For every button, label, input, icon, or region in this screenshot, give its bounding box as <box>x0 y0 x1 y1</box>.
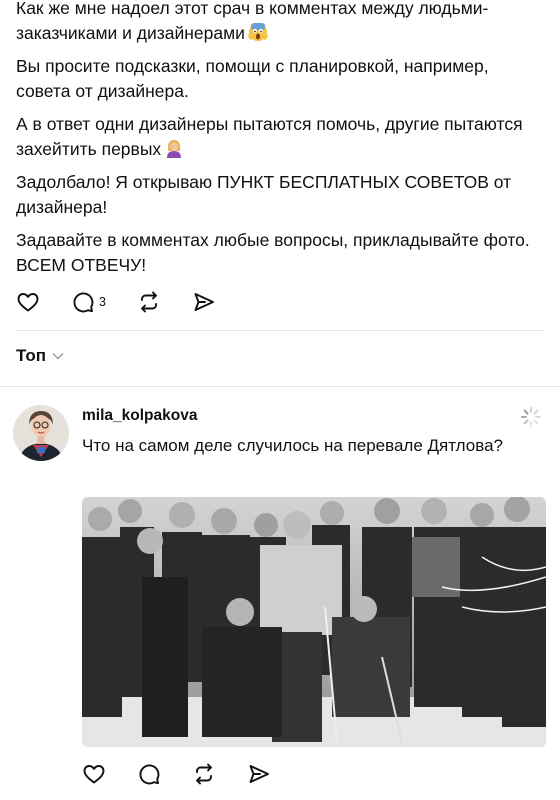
comment-icon <box>73 292 94 313</box>
chevron-down-icon <box>52 353 64 360</box>
comment-reply-button[interactable] <box>137 762 161 786</box>
comment-photo[interactable] <box>82 497 546 747</box>
loading-icon <box>521 407 541 427</box>
comment-text: Что на самом деле случилось на перевале … <box>82 436 503 455</box>
heart-icon <box>83 765 105 784</box>
post-paragraph-3: А в ответ одни дизайнеры пытаются помочь… <box>16 114 523 159</box>
sort-divider <box>0 386 560 387</box>
repost-button[interactable] <box>137 290 161 314</box>
avatar[interactable] <box>13 405 69 461</box>
comment-icon <box>139 764 160 785</box>
comments-sort-dropdown[interactable]: Топ <box>16 346 64 366</box>
share-icon <box>249 765 269 783</box>
sort-label: Топ <box>16 346 46 365</box>
repost-icon <box>141 291 157 313</box>
post-actions: 3 <box>16 290 247 314</box>
post-paragraph-1: Как же мне надоел этот срач в комментах … <box>16 0 489 43</box>
reply-button[interactable]: 3 <box>71 290 106 314</box>
comment-repost-button[interactable] <box>192 762 216 786</box>
comment-share-button[interactable] <box>247 762 271 786</box>
post-text: Как же мне надоел этот срач в комментах … <box>16 0 546 286</box>
heart-icon <box>17 293 39 312</box>
repost-icon <box>196 763 212 785</box>
post-paragraph-2: Вы просите подсказки, помощи с планировк… <box>16 56 489 101</box>
share-button[interactable] <box>192 290 216 314</box>
woman-facepalming-emoji <box>167 140 182 158</box>
comment-like-button[interactable] <box>82 762 106 786</box>
comment-actions <box>82 762 302 786</box>
post-divider <box>16 330 544 331</box>
post-paragraph-4: Задолбало! Я открываю ПУНКТ БЕСПЛАТНЫХ С… <box>16 172 512 217</box>
share-icon <box>194 293 214 311</box>
post-paragraph-5: Задавайте в комментах любые вопросы, при… <box>16 230 530 275</box>
screaming-face-emoji <box>248 23 268 41</box>
like-button[interactable] <box>16 290 40 314</box>
comment-username[interactable]: mila_kolpakova <box>82 407 197 425</box>
reply-count: 3 <box>99 295 106 309</box>
